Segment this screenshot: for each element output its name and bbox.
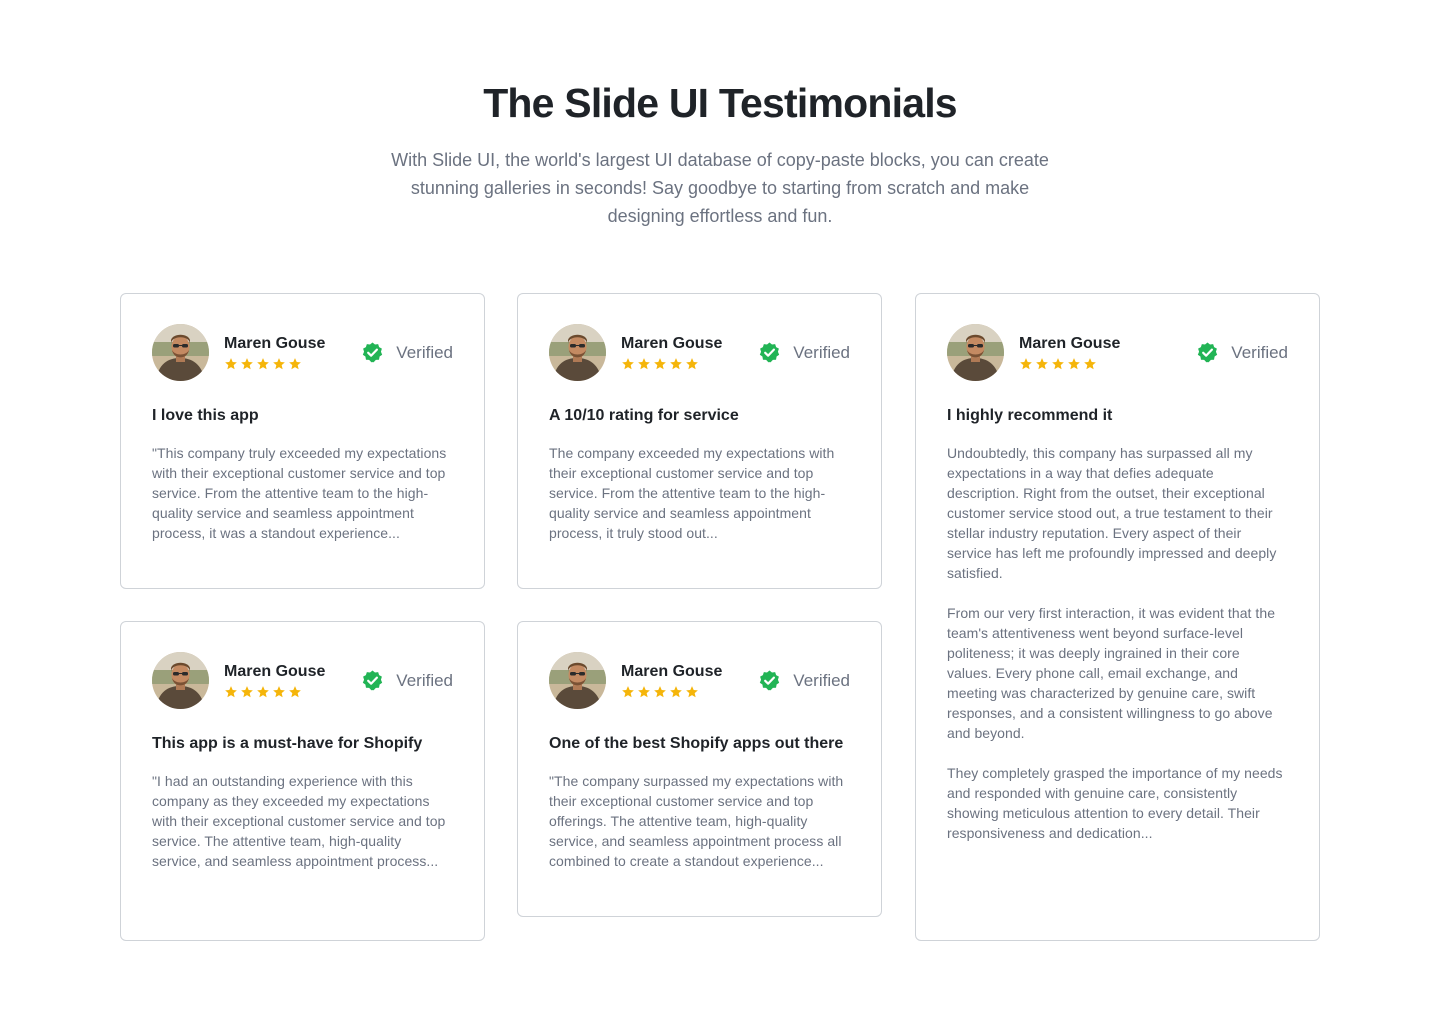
review-title: This app is a must-have for Shopify <box>152 735 423 752</box>
review-title: I love this app <box>152 407 259 424</box>
author-name: Maren Gouse <box>621 663 723 680</box>
star-icon <box>1036 358 1048 370</box>
testimonial-card: Maren Gouse Verified I love this app "Th… <box>120 293 485 589</box>
review-body: "This company truly exceeded my expectat… <box>152 443 453 543</box>
page-title: The Slide UI Testimonials <box>483 80 957 126</box>
review-paragraph: "This company truly exceeded my expectat… <box>152 445 447 541</box>
star-icon <box>622 358 634 370</box>
star-icon <box>289 358 301 370</box>
verified-check-icon <box>363 342 383 363</box>
review-body: "I had an outstanding experience with th… <box>152 771 453 871</box>
author-name: Maren Gouse <box>1019 335 1121 352</box>
review-paragraph: From our very first interaction, it was … <box>947 605 1276 741</box>
card-header: Maren Gouse Verified <box>152 324 453 382</box>
star-rating <box>621 685 699 699</box>
star-icon <box>654 358 666 370</box>
star-icon <box>654 686 666 698</box>
avatar <box>152 324 209 381</box>
verified-check-icon <box>363 670 383 691</box>
verified-badge: Verified <box>361 341 453 364</box>
star-icon <box>686 358 698 370</box>
star-icon <box>622 686 634 698</box>
star-icon <box>638 358 650 370</box>
verified-label: Verified <box>396 670 453 690</box>
star-rating <box>224 685 302 699</box>
star-icon <box>670 686 682 698</box>
testimonial-card: Maren Gouse Verified A 10/10 rating for … <box>517 293 882 589</box>
verified-label: Verified <box>1231 342 1288 362</box>
testimonial-card: Maren Gouse Verified I highly recommend … <box>915 293 1320 941</box>
author-name: Maren Gouse <box>224 335 326 352</box>
star-icon <box>686 686 698 698</box>
author-name: Maren Gouse <box>224 663 326 680</box>
verified-badge: Verified <box>758 669 850 692</box>
review-body: Undoubtedly, this company has surpassed … <box>947 443 1288 843</box>
review-body: The company exceeded my expectations wit… <box>549 443 850 543</box>
avatar <box>947 324 1004 381</box>
avatar <box>152 652 209 709</box>
testimonial-card: Maren Gouse Verified One of the best Sho… <box>517 621 882 917</box>
star-icon <box>289 686 301 698</box>
star-icon <box>257 686 269 698</box>
verified-label: Verified <box>396 342 453 362</box>
star-icon <box>225 358 237 370</box>
review-paragraph: The company exceeded my expectations wit… <box>549 445 835 541</box>
star-icon <box>1020 358 1032 370</box>
avatar <box>549 324 606 381</box>
testimonials-page: The Slide UI Testimonials With Slide UI,… <box>0 0 1440 1021</box>
star-icon <box>638 686 650 698</box>
star-icon <box>1052 358 1064 370</box>
star-icon <box>1084 358 1096 370</box>
review-title: I highly recommend it <box>947 407 1113 424</box>
star-icon <box>273 358 285 370</box>
star-icon <box>241 358 253 370</box>
star-rating <box>1019 357 1097 371</box>
review-paragraph: "I had an outstanding experience with th… <box>152 773 446 869</box>
verified-label: Verified <box>793 670 850 690</box>
verified-badge: Verified <box>1196 341 1288 364</box>
review-title: One of the best Shopify apps out there <box>549 735 844 752</box>
review-paragraph: Undoubtedly, this company has surpassed … <box>947 445 1277 581</box>
star-icon <box>1068 358 1080 370</box>
verified-check-icon <box>760 670 780 691</box>
verified-check-icon <box>760 342 780 363</box>
card-header: Maren Gouse Verified <box>947 324 1288 382</box>
verified-badge: Verified <box>758 341 850 364</box>
testimonial-card: Maren Gouse Verified This app is a must-… <box>120 621 485 941</box>
review-body: "The company surpassed my expectations w… <box>549 771 850 871</box>
star-icon <box>257 358 269 370</box>
star-rating <box>224 357 302 371</box>
star-icon <box>273 686 285 698</box>
star-icon <box>670 358 682 370</box>
avatar <box>549 652 606 709</box>
verified-label: Verified <box>793 342 850 362</box>
star-rating <box>621 357 699 371</box>
review-paragraph: They completely grasped the importance o… <box>947 765 1283 841</box>
card-header: Maren Gouse Verified <box>549 652 850 710</box>
verified-badge: Verified <box>361 669 453 692</box>
author-name: Maren Gouse <box>621 335 723 352</box>
star-icon <box>241 686 253 698</box>
card-header: Maren Gouse Verified <box>549 324 850 382</box>
page-subtitle: With Slide UI, the world's largest UI da… <box>391 150 1049 226</box>
review-paragraph: "The company surpassed my expectations w… <box>549 773 844 869</box>
verified-check-icon <box>1198 342 1218 363</box>
review-title: A 10/10 rating for service <box>549 407 739 424</box>
star-icon <box>225 686 237 698</box>
card-header: Maren Gouse Verified <box>152 652 453 710</box>
